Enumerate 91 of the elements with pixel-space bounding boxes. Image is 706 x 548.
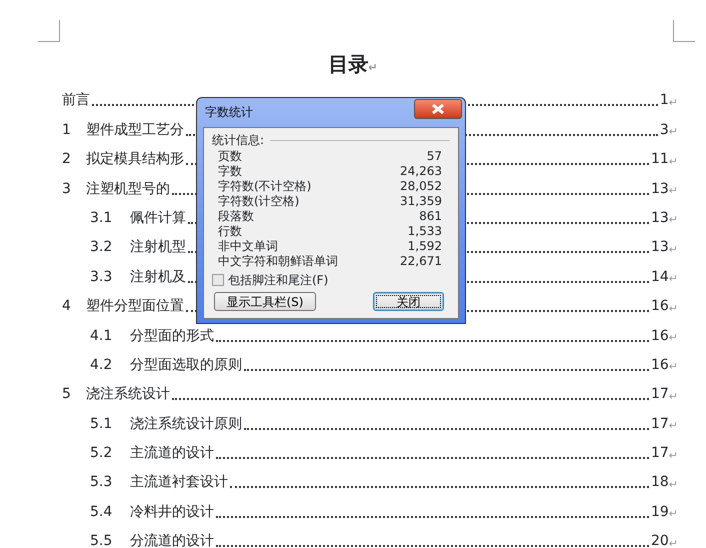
paragraph-mark: ↵ bbox=[668, 476, 678, 493]
toc-title: 浇注系统设计原则 bbox=[130, 414, 242, 434]
stat-value: 1,533 bbox=[408, 224, 442, 239]
paragraph-mark: ↵ bbox=[668, 242, 678, 258]
toc-title: 主流道衬套设计 bbox=[130, 473, 228, 492]
page-number: 17 bbox=[650, 385, 669, 404]
toc-number: 4 bbox=[62, 297, 72, 316]
close-button[interactable] bbox=[414, 99, 462, 119]
paragraph-mark: ↵ bbox=[668, 94, 678, 111]
dialog-title: 字数统计 bbox=[205, 104, 253, 121]
page-number: 18 bbox=[650, 473, 669, 492]
page-number: 17 bbox=[650, 414, 669, 434]
crop-mark bbox=[38, 20, 60, 42]
checkbox-label[interactable]: 包括脚注和尾注(F) bbox=[228, 271, 328, 289]
close-icon bbox=[432, 104, 444, 114]
paragraph-mark: ↵ bbox=[668, 154, 678, 170]
page-number: 3 bbox=[660, 120, 669, 140]
toc-title: 前言 bbox=[62, 91, 90, 110]
page-number: 11 bbox=[650, 150, 669, 170]
paragraph-mark: ↵ bbox=[668, 448, 678, 464]
stat-value: 861 bbox=[419, 209, 442, 224]
toc-number: 3.3 bbox=[90, 268, 114, 287]
paragraph-mark: ↵ bbox=[668, 536, 678, 548]
toc-title: 拟定模具结构形 bbox=[86, 150, 184, 170]
toc-title: 塑件分型面位置 bbox=[86, 297, 184, 316]
toc-number: 5 bbox=[62, 385, 72, 404]
stat-label: 行数 bbox=[218, 224, 242, 239]
toc-title: 佩件计算 bbox=[130, 208, 186, 228]
page-number: 13 bbox=[650, 208, 669, 228]
toc-number: 5.5 bbox=[90, 532, 114, 548]
toc-title: 分流道的设计 bbox=[130, 532, 214, 548]
paragraph-mark: ↵ bbox=[668, 212, 678, 228]
page-number: 19 bbox=[650, 502, 669, 522]
paragraph-mark: ↵ bbox=[368, 61, 378, 74]
stat-value: 28,052 bbox=[400, 179, 442, 194]
toc-number: 2 bbox=[62, 150, 72, 170]
dialog-button[interactable]: 关闭 bbox=[373, 292, 444, 311]
page-number: 13 bbox=[650, 180, 669, 199]
paragraph-mark: ↵ bbox=[668, 183, 678, 200]
toc-title: 注塑机型号的 bbox=[86, 180, 170, 199]
paragraph-mark: ↵ bbox=[668, 124, 678, 140]
stat-value: 1,592 bbox=[408, 239, 442, 254]
toc-number: 3 bbox=[62, 180, 72, 199]
toc-number: 4.1 bbox=[90, 326, 114, 346]
page-number: 20 bbox=[650, 532, 669, 548]
toc-title: 主流道的设计 bbox=[130, 444, 214, 464]
toc-title: 浇注系统设计 bbox=[86, 385, 170, 404]
paragraph-mark: ↵ bbox=[668, 300, 678, 317]
page-number: 16 bbox=[650, 356, 669, 375]
stat-label: 非中文单词 bbox=[218, 239, 278, 254]
checkbox[interactable] bbox=[212, 274, 224, 286]
paragraph-mark: ↵ bbox=[668, 330, 678, 346]
page-number: 1 bbox=[660, 91, 669, 110]
paragraph-mark: ↵ bbox=[668, 388, 678, 405]
paragraph-mark: ↵ bbox=[668, 506, 678, 522]
stat-label: 字符数(不计空格) bbox=[218, 179, 312, 194]
dialog-button[interactable]: 显示工具栏(S) bbox=[214, 292, 316, 311]
page-number: 13 bbox=[650, 238, 669, 258]
toc-title: 注射机型 bbox=[130, 238, 186, 258]
toc-title: 冷料井的设计 bbox=[130, 502, 214, 522]
stat-value: 24,263 bbox=[400, 164, 442, 179]
paragraph-mark: ↵ bbox=[668, 359, 678, 376]
toc-title: 分型面的形式 bbox=[130, 326, 214, 346]
toc-title: 注射机及 bbox=[130, 268, 186, 287]
stat-value: 57 bbox=[426, 149, 442, 164]
stat-value: 31,359 bbox=[400, 194, 442, 209]
toc-number: 5.2 bbox=[90, 444, 114, 464]
toc-number: 4.2 bbox=[90, 356, 114, 375]
page-number: 14 bbox=[650, 268, 669, 287]
toc-number: 1 bbox=[62, 120, 72, 140]
toc-number: 3.1 bbox=[90, 208, 114, 228]
stat-value: 22,671 bbox=[400, 254, 442, 269]
paragraph-mark: ↵ bbox=[668, 418, 678, 434]
crop-mark bbox=[673, 20, 695, 42]
toc-number: 5.4 bbox=[90, 502, 114, 522]
toc-number: 3.2 bbox=[90, 238, 114, 258]
stat-label: 字数 bbox=[218, 164, 242, 179]
toc-number: 5.1 bbox=[90, 414, 114, 434]
page-number: 17 bbox=[650, 444, 669, 464]
stat-label: 中文字符和朝鲜语单词 bbox=[218, 254, 338, 269]
stat-label: 页数 bbox=[218, 149, 242, 164]
toc-title: 分型面选取的原则 bbox=[130, 356, 242, 375]
toc-number: 5.3 bbox=[90, 473, 114, 492]
paragraph-mark: ↵ bbox=[668, 271, 678, 288]
page-number: 16 bbox=[650, 326, 669, 346]
page-number: 16 bbox=[650, 297, 669, 316]
stat-label: 段落数 bbox=[218, 209, 254, 224]
toc-title: 塑件成型工艺分 bbox=[86, 120, 184, 140]
document-title: 目录 bbox=[328, 52, 368, 76]
stat-label: 字符数(计空格) bbox=[218, 194, 300, 209]
group-label: 统计信息: bbox=[212, 132, 264, 149]
